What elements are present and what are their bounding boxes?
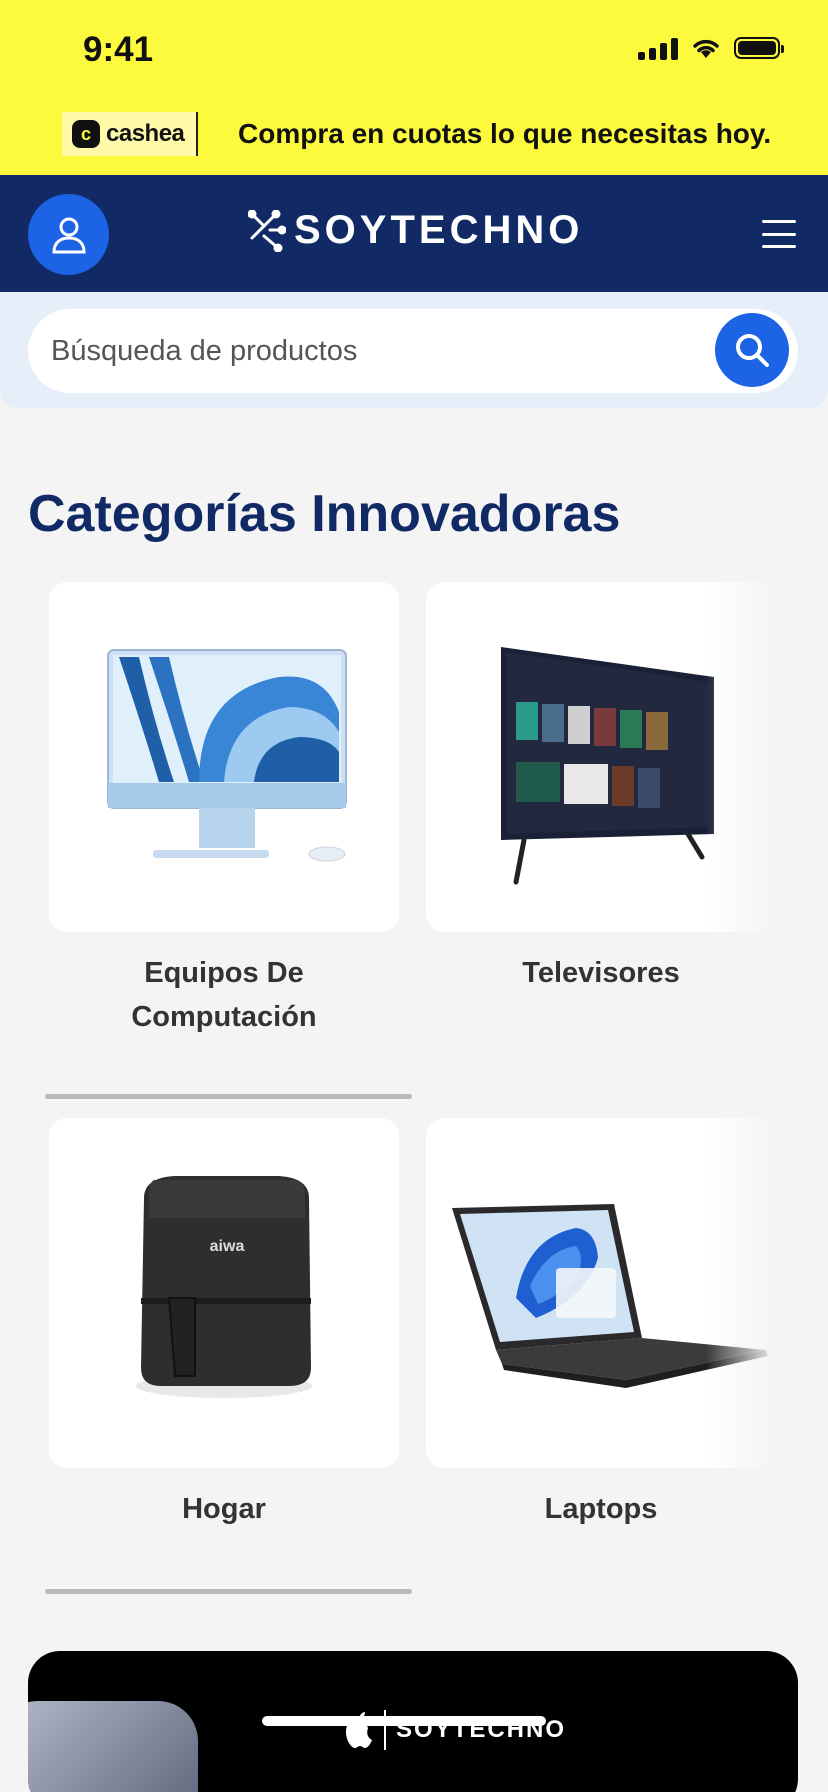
category-label-line: Computación [131,1001,317,1033]
cashea-brand: cashea [106,120,185,147]
category-label-tvs[interactable]: Televisores [426,951,776,995]
carousel-scrollbar [45,1094,412,1099]
signal-icon [638,36,678,60]
brand-name: SOYTECHNO [294,208,584,252]
promo-text[interactable]: Compra en cuotas lo que necesitas hoy. [238,118,771,150]
category-card-tvs[interactable] [426,582,776,932]
category-label-computers[interactable]: Equipos De Computación [49,951,399,1039]
desktop-computer-image [107,649,347,862]
search-icon [736,334,769,367]
menu-button[interactable] [762,220,796,248]
battery-icon [734,37,784,59]
category-card-laptops[interactable] [426,1118,776,1468]
television-image [501,647,714,885]
category-card-home[interactable]: aiwa [49,1118,399,1468]
search-input[interactable] [51,330,691,372]
cashea-logo[interactable]: c cashea [62,112,199,156]
status-time: 9:41 [83,30,154,69]
menu-line [762,245,796,248]
menu-line [762,232,796,236]
svg-text:aiwa: aiwa [210,1238,245,1255]
status-icons [638,36,784,60]
circuit-logo-icon [248,209,286,252]
user-icon [51,217,86,253]
category-label-home[interactable]: Hogar [49,1487,399,1531]
phone-image [28,1701,198,1792]
search-button[interactable] [715,313,789,387]
menu-line [762,220,796,223]
laptop-image [452,1204,768,1388]
home-indicator[interactable] [262,1716,546,1726]
carousel-scrollbar [45,1589,412,1594]
air-fryer-image: aiwa [136,1176,312,1398]
category-label-laptops[interactable]: Laptops [426,1487,776,1531]
section-title: Categorías Innovadoras [28,485,621,543]
wifi-icon [693,39,719,58]
category-label-line: Equipos De [144,957,304,989]
cashea-mark-icon: c [72,120,100,148]
brand-logo[interactable]: SOYTECHNO [248,208,583,253]
category-card-computers[interactable] [49,582,399,932]
account-button[interactable] [28,194,109,275]
